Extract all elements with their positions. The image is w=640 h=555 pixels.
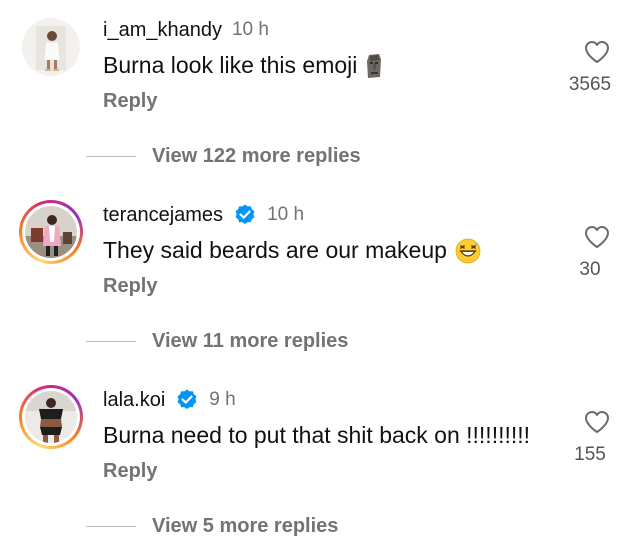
- comment-timestamp: 10 h: [231, 19, 269, 40]
- heart-outline-icon[interactable]: [584, 225, 610, 249]
- comment-username[interactable]: lala.koi: [103, 389, 165, 412]
- comment-text: Burna need to put that shit back on !!!!…: [103, 422, 531, 448]
- comment-header: terancejames 10 h: [103, 201, 304, 229]
- comment-item: lala.koi 9 h Burna need to put that shit…: [0, 370, 640, 555]
- divider-line: [86, 341, 136, 342]
- view-more-label: View 122 more replies: [152, 145, 361, 167]
- avatar-image: [25, 206, 77, 258]
- avatar-image: [22, 18, 80, 76]
- comment-text-row: Burna look like this emoji: [103, 52, 383, 79]
- view-more-label: View 11 more replies: [152, 330, 349, 352]
- avatar[interactable]: [22, 18, 80, 76]
- comment-item: terancejames 10 h They said beards are o…: [0, 185, 640, 370]
- reply-button[interactable]: Reply: [103, 275, 157, 298]
- divider-line: [86, 526, 136, 527]
- view-more-replies[interactable]: View 11 more replies: [86, 330, 348, 353]
- comment-text: Burna look like this emoji: [103, 52, 358, 78]
- comment-username[interactable]: terancejames: [103, 204, 223, 227]
- heart-outline-icon[interactable]: [584, 40, 610, 64]
- grinning-sweat-emoji-icon: [455, 238, 481, 263]
- view-more-replies[interactable]: View 5 more replies: [86, 515, 338, 538]
- view-more-label: View 5 more replies: [152, 515, 339, 537]
- like-count: 3565: [568, 74, 612, 95]
- comment-header: i_am_khandy 10 h: [103, 16, 269, 44]
- like-count: 155: [574, 444, 606, 465]
- comment-text: They said beards are our makeup: [103, 237, 447, 263]
- avatar-image: [25, 391, 77, 443]
- comment-username[interactable]: i_am_khandy: [103, 19, 222, 42]
- comment-text-row: Burna need to put that shit back on !!!!…: [103, 422, 530, 449]
- moai-emoji-icon: [367, 53, 382, 78]
- reply-button[interactable]: Reply: [103, 460, 157, 483]
- verified-badge-icon: [177, 389, 197, 409]
- comment-timestamp: 9 h: [209, 389, 236, 410]
- comment-item: i_am_khandy 10 h Burna look like this em…: [0, 0, 640, 185]
- reply-button[interactable]: Reply: [103, 90, 157, 113]
- avatar[interactable]: [19, 385, 83, 449]
- avatar[interactable]: [19, 200, 83, 264]
- verified-badge-icon: [235, 204, 255, 224]
- view-more-replies[interactable]: View 122 more replies: [86, 145, 361, 168]
- like-count: 30: [579, 259, 601, 280]
- divider-line: [86, 156, 136, 157]
- comment-text-row: They said beards are our makeup: [103, 237, 481, 264]
- comment-timestamp: 10 h: [267, 204, 305, 225]
- comment-header: lala.koi 9 h: [103, 386, 236, 414]
- heart-outline-icon[interactable]: [584, 410, 610, 434]
